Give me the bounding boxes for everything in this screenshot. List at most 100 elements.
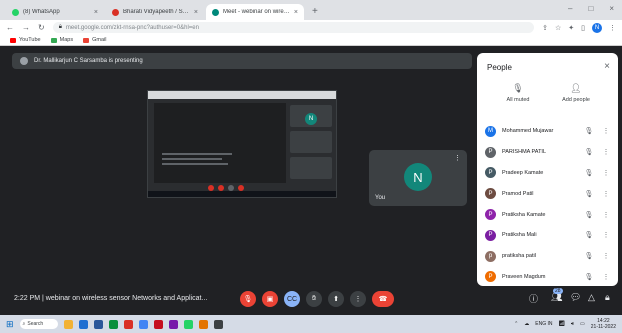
minimize-icon[interactable]: –	[568, 4, 572, 13]
more-vert-icon[interactable]: ⋮	[602, 169, 610, 177]
mic-toggle-button[interactable]: 🎙︎	[240, 291, 256, 307]
participant-row[interactable]: p pratiksha patil 🎙︎ ⋮	[477, 246, 618, 267]
activities-icon[interactable]: △	[588, 292, 595, 303]
participant-avatar: P	[485, 271, 496, 283]
menu-kebab-icon[interactable]: ⋮	[609, 24, 616, 32]
tray-chevron-icon[interactable]: ⌃	[514, 321, 518, 327]
language-indicator[interactable]: ENG IN	[535, 321, 552, 327]
bookmark-gmail[interactable]: Gmail	[83, 37, 106, 43]
all-muted-button[interactable]: 🎙︎ All muted	[491, 83, 545, 103]
host-controls-icon[interactable]: 🔒︎	[605, 292, 610, 303]
info-icon[interactable]: ⓘ	[529, 292, 538, 305]
battery-icon[interactable]: ▭	[580, 321, 585, 327]
camera-toggle-button[interactable]: ▣	[262, 291, 278, 307]
more-options-button[interactable]: ⋮	[350, 291, 366, 307]
restore-icon[interactable]: □	[588, 4, 593, 13]
participant-row[interactable]: P PARISHMA PATIL 🎙︎ ⋮	[477, 142, 618, 163]
tab-whatsapp[interactable]: (8) WhatsApp ×	[6, 4, 104, 20]
mic-off-icon[interactable]: 🎙︎	[582, 211, 596, 219]
participant-avatar: p	[485, 250, 496, 262]
url-input[interactable]: 🔒︎ meet.google.com/zkt-rnsa-pnc?authuser…	[52, 22, 535, 33]
taskbar-search[interactable]: ⌕ Search	[19, 319, 58, 329]
sidebar-icon[interactable]: ▯	[581, 24, 585, 32]
windows-start-icon[interactable]: ⊞	[6, 319, 14, 330]
participant-row[interactable]: P Pratiksha Mali 🎙︎ ⋮	[477, 225, 618, 246]
more-vert-icon[interactable]: ⋮	[602, 273, 610, 281]
raise-hand-button[interactable]: ✋︎	[306, 291, 322, 307]
tab-close-icon[interactable]: ×	[194, 9, 198, 16]
participant-row[interactable]: P Pradeep Kamate 🎙︎ ⋮	[477, 163, 618, 184]
clock[interactable]: 14:22 21-11-2022	[591, 318, 616, 330]
more-vert-icon[interactable]: ⋮	[602, 148, 610, 156]
meet-stage: Dr. Mallikarjun C Sarsamba is presenting…	[0, 46, 622, 315]
add-person-icon: 👤︎	[570, 83, 582, 93]
volume-icon[interactable]: 🔊︎	[571, 321, 574, 327]
tab-close-icon[interactable]: ×	[294, 9, 298, 16]
taskbar-app-icon[interactable]	[183, 319, 193, 329]
cloud-icon[interactable]: ☁︎	[524, 321, 529, 327]
tile-options-icon[interactable]: ⋮	[454, 154, 461, 162]
forward-arrow-icon[interactable]: →	[22, 23, 30, 32]
present-button[interactable]: ⬆︎	[328, 291, 344, 307]
chat-icon[interactable]: 💬︎	[570, 292, 581, 303]
more-vert-icon[interactable]: ⋮	[602, 127, 610, 135]
taskbar-app-icon[interactable]	[108, 319, 118, 329]
gmail-icon	[83, 37, 90, 43]
participant-row[interactable]: M Mohammed Mujawar 🎙︎ ⋮	[477, 121, 618, 142]
taskbar-search-label: Search	[27, 321, 44, 327]
mic-off-icon[interactable]: 🎙︎	[582, 169, 596, 177]
mic-off-icon[interactable]: 🎙︎	[582, 252, 596, 260]
extensions-icon[interactable]: ✦	[568, 24, 574, 32]
back-arrow-icon[interactable]: ←	[6, 23, 14, 32]
participant-list: M Mohammed Mujawar 🎙︎ ⋮ P PARISHMA PATIL 🎙︎ ⋮ P P…	[477, 121, 618, 286]
system-tray: ⌃ ☁︎ ENG IN 📶︎ 🔊︎ ▭ 14:22 21-11-2022	[514, 318, 616, 330]
participant-avatar: M	[485, 125, 496, 137]
participant-row[interactable]: P Praveen Magdum 🎙︎ ⋮	[477, 267, 618, 286]
more-vert-icon[interactable]: ⋮	[602, 231, 610, 239]
taskbar-app-icon[interactable]	[63, 319, 73, 329]
taskbar-app-icon[interactable]	[213, 319, 223, 329]
profile-avatar[interactable]: N	[592, 22, 602, 33]
taskbar-app-icon[interactable]	[123, 319, 133, 329]
self-video-tile[interactable]: ⋮ N You	[369, 150, 467, 206]
tab-label: (8) WhatsApp	[23, 9, 60, 15]
tab-institute[interactable]: Bharati Vidyapeeth / Sasoore Institute o…	[106, 4, 204, 20]
more-vert-icon[interactable]: ⋮	[602, 190, 610, 198]
taskbar-app-icon[interactable]	[153, 319, 163, 329]
tab-close-icon[interactable]: ×	[94, 9, 98, 16]
mic-off-icon[interactable]: 🎙︎	[582, 273, 596, 281]
leave-call-button[interactable]: ☎︎	[372, 291, 394, 307]
close-icon[interactable]: ×	[609, 4, 614, 13]
meeting-time: 2:22 PM	[14, 295, 41, 302]
more-vert-icon[interactable]: ⋮	[602, 211, 610, 219]
shared-screen[interactable]: N	[147, 90, 337, 198]
mic-off-icon[interactable]: 🎙︎	[582, 190, 596, 198]
add-people-button[interactable]: 👤︎ Add people	[549, 83, 603, 103]
participant-avatar: P	[485, 167, 496, 179]
mic-off-icon[interactable]: 🎙︎	[582, 148, 596, 156]
windows-taskbar: ⊞ ⌕ Search ⌃ ☁︎ ENG IN 📶︎ 🔊︎ ▭ 14:22 21-…	[0, 315, 622, 333]
more-vert-icon[interactable]: ⋮	[602, 252, 610, 260]
taskbar-app-icon[interactable]	[78, 319, 88, 329]
mic-off-icon[interactable]: 🎙︎	[582, 127, 596, 135]
people-title: People	[487, 63, 512, 72]
participant-row[interactable]: P Pramod Patil 🎙︎ ⋮	[477, 183, 618, 204]
taskbar-app-icon[interactable]	[198, 319, 208, 329]
participant-name: Mohammed Mujawar	[502, 128, 554, 135]
tab-meet[interactable]: Meet - webinar on wireless ×	[206, 4, 304, 20]
wifi-icon[interactable]: 📶︎	[559, 321, 565, 327]
bookmark-maps[interactable]: Maps	[50, 37, 73, 43]
taskbar-app-icon[interactable]	[138, 319, 148, 329]
mic-off-icon[interactable]: 🎙︎	[582, 231, 596, 239]
bookmark-youtube[interactable]: YouTube	[10, 37, 41, 43]
taskbar-app-icon[interactable]	[168, 319, 178, 329]
reload-icon[interactable]: ↻	[38, 23, 45, 32]
new-tab-icon[interactable]: +	[306, 6, 324, 20]
star-icon[interactable]: ☆	[555, 24, 561, 32]
participant-row[interactable]: P Pratiksha Kamate 🎙︎ ⋮	[477, 204, 618, 225]
captions-button[interactable]: CC	[284, 291, 300, 307]
bookmarks-bar: YouTube Maps Gmail	[0, 35, 622, 46]
share-icon[interactable]: ⇪	[542, 24, 548, 32]
taskbar-app-icon[interactable]	[93, 319, 103, 329]
close-icon[interactable]: ×	[604, 61, 610, 72]
